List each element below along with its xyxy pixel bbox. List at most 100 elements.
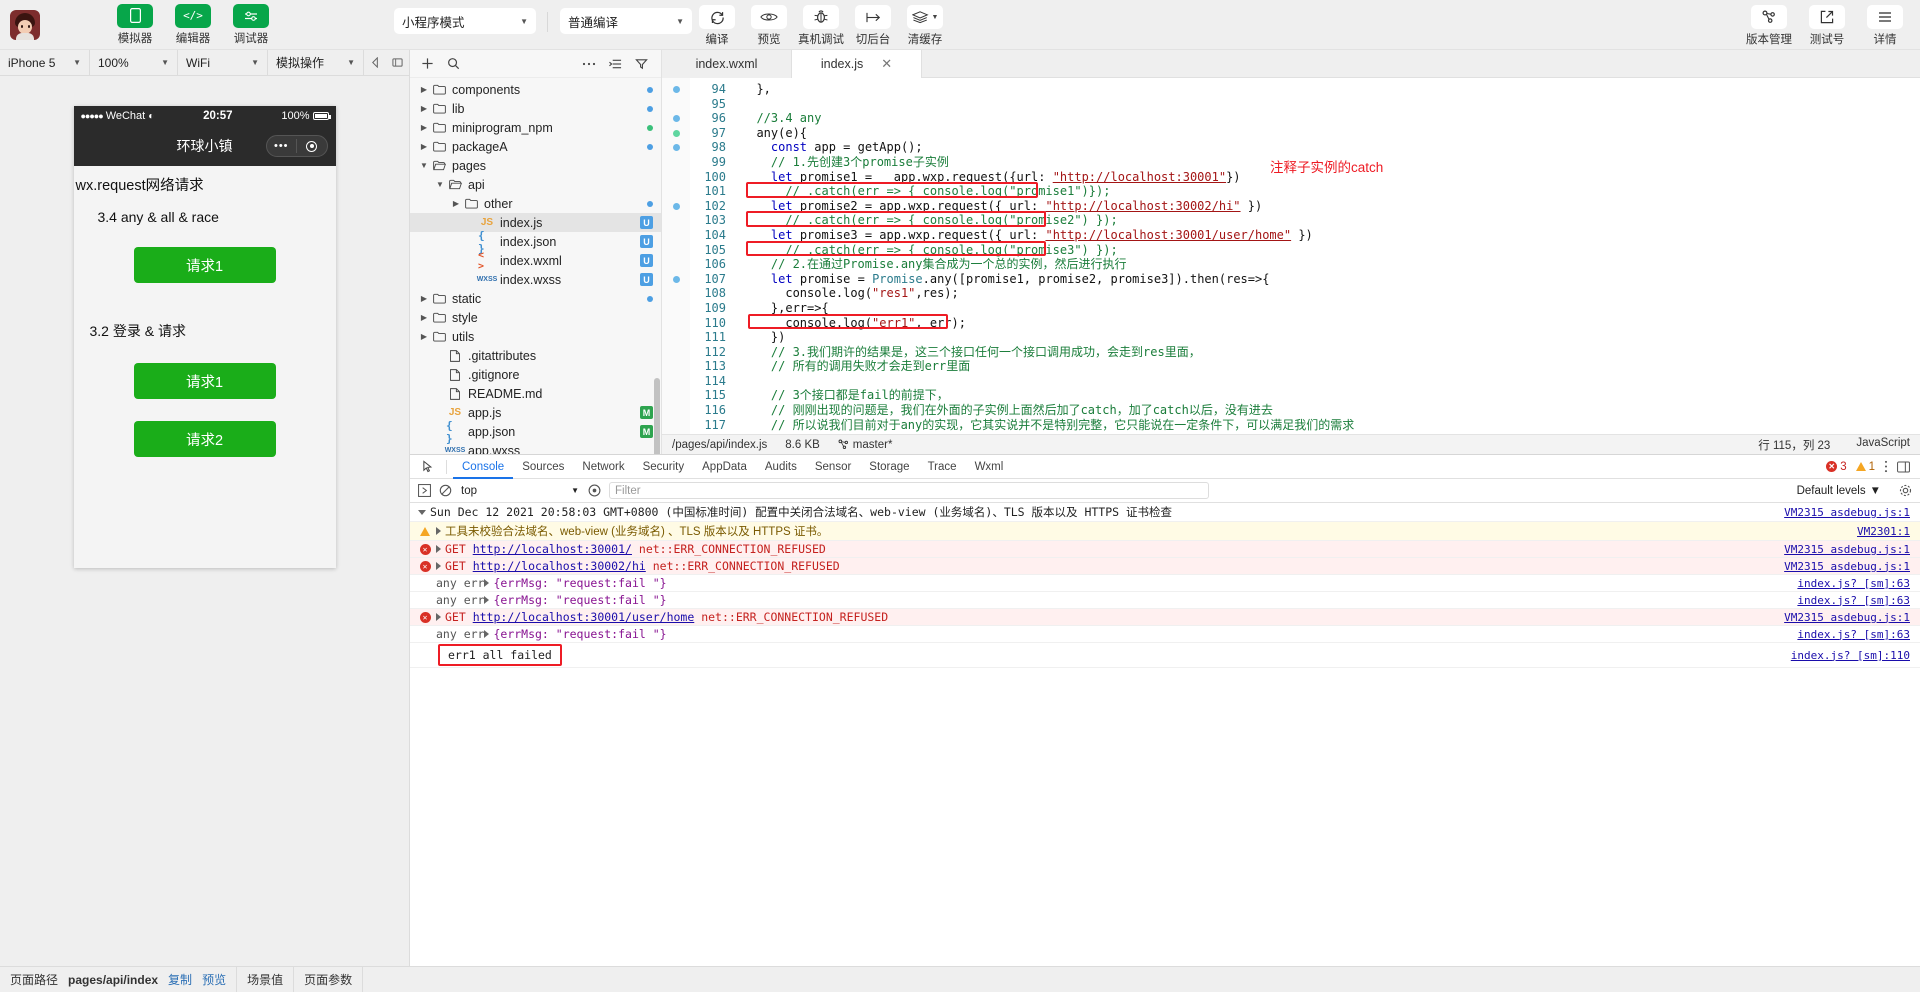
chevron-right-icon[interactable]: ▶ — [450, 199, 462, 208]
tree-node-utils[interactable]: ▶ utils — [410, 327, 661, 346]
devtools-tab-wxml[interactable]: Wxml — [966, 455, 1013, 479]
compile-mode-select[interactable]: 普通编译 ▼ — [560, 8, 692, 34]
toggle-editor[interactable]: </> 编辑器 — [170, 3, 216, 46]
tree-node-style[interactable]: ▶ style — [410, 308, 661, 327]
breakpoint-dot[interactable] — [672, 202, 680, 210]
tree-node-pages[interactable]: ▼ pages — [410, 156, 661, 175]
request-button-2[interactable]: 请求1 — [133, 363, 276, 399]
devtools-dock-icon[interactable] — [1897, 460, 1910, 473]
screenshot-icon[interactable] — [386, 50, 408, 76]
console-row[interactable]: err1 all failed index.js? [sm]:110 — [410, 643, 1920, 668]
close-target-icon[interactable] — [297, 140, 327, 152]
tree-node-index-wxml[interactable]: ▸< > index.wxml U — [410, 250, 661, 272]
file-tree-list[interactable]: ▶ components ▶ lib ▶ miniprogram_npm ▶ packageA… — [410, 78, 661, 454]
chevron-right-icon[interactable]: ▶ — [418, 332, 430, 341]
devtools-tab-security[interactable]: Security — [634, 455, 694, 479]
network-select[interactable]: WiFi ▼ — [178, 49, 268, 76]
user-avatar[interactable] — [10, 9, 40, 40]
expand-arrow-icon[interactable] — [484, 579, 490, 587]
expand-arrow-icon[interactable] — [436, 562, 441, 570]
chevron-right-icon[interactable]: ▶ — [418, 142, 430, 151]
tree-node-other[interactable]: ▶ other — [410, 194, 661, 213]
devtools-tab-trace[interactable]: Trace — [919, 455, 966, 479]
add-file-icon[interactable] — [416, 53, 438, 75]
tree-node-index-js[interactable]: ▸JS index.js U — [410, 213, 661, 232]
tree-node-index-wxss[interactable]: ▸WXSSindex.wxssU — [410, 270, 661, 289]
console-row[interactable]: ✕ GET http://localhost:30001/user/home ne… — [410, 609, 1920, 626]
request-button-1[interactable]: 请求1 — [133, 247, 276, 283]
console-source-link[interactable]: index.js? [sm]:63 — [1797, 594, 1910, 607]
console-row[interactable]: any err {errMsg: "request:fail "} index.j… — [410, 575, 1920, 592]
copy-path-button[interactable]: 复制 — [168, 971, 192, 988]
console-eye-icon[interactable] — [588, 484, 601, 497]
console-filter-input[interactable]: Filter — [609, 482, 1209, 499]
breakpoint-dot[interactable] — [672, 275, 680, 283]
details-button[interactable]: 详情 — [1862, 5, 1908, 47]
page-params-segment[interactable]: 页面参数 — [294, 967, 362, 992]
devtools-tab-network[interactable]: Network — [573, 455, 633, 479]
devtools-more-icon[interactable] — [1884, 460, 1888, 473]
breakpoint-dot[interactable] — [672, 85, 680, 93]
test-account-button[interactable]: 测试号 — [1804, 5, 1850, 47]
expand-arrow-icon[interactable] — [484, 596, 490, 604]
tree-node-lib[interactable]: ▶ lib — [410, 99, 661, 118]
request-button-3[interactable]: 请求2 — [133, 421, 276, 457]
console-row[interactable]: ✕ GET http://localhost:30001/ net::ERR_CO… — [410, 541, 1920, 558]
toggle-debugger[interactable]: 调试器 — [228, 3, 274, 46]
code-view[interactable]: 94 95 96 97 98 99 100 101 102 103 104 105 106 107 108 1… — [662, 78, 1920, 434]
tree-node-readme-md[interactable]: ▸ README.md — [410, 384, 661, 403]
zoom-select[interactable]: 100% ▼ — [90, 49, 178, 76]
console-source-link[interactable]: index.js? [sm]:110 — [1791, 649, 1910, 662]
tree-node-app-json[interactable]: ▸{ } app.json M — [410, 419, 661, 445]
devtools-tab-audits[interactable]: Audits — [756, 455, 806, 479]
mode-select[interactable]: 小程序模式 ▼ — [394, 8, 536, 34]
devtools-tab-sensor[interactable]: Sensor — [806, 455, 860, 479]
clear-console-icon[interactable] — [439, 484, 452, 497]
toggle-simulator[interactable]: 模拟器 — [112, 3, 158, 46]
more-options-icon[interactable] — [578, 53, 600, 75]
tree-node-packagea[interactable]: ▶ packageA — [410, 137, 661, 156]
console-source-link[interactable]: VM2315 asdebug.js:1 — [1784, 506, 1910, 519]
device-select[interactable]: iPhone 5 ▼ — [0, 49, 90, 76]
devtools-tab-sources[interactable]: Sources — [513, 455, 573, 479]
real-device-debug-button[interactable]: 真机调试 — [798, 5, 844, 47]
clear-cache-button[interactable]: ▼ 清缓存 — [902, 5, 948, 47]
console-source-link[interactable]: VM2315 asdebug.js:1 — [1784, 611, 1910, 624]
console-row[interactable]: Sun Dec 12 2021 20:58:03 GMT+0800 (中国标准时… — [410, 503, 1920, 522]
inspect-element-icon[interactable] — [416, 457, 440, 477]
console-levels-select[interactable]: Default levels ▼ — [1797, 485, 1881, 497]
chevron-down-icon[interactable]: ▼ — [434, 180, 446, 189]
preview-button[interactable]: 预览 — [746, 5, 792, 47]
expand-arrow-icon[interactable] — [436, 545, 441, 553]
filter-tree-icon[interactable] — [630, 53, 652, 75]
compile-button[interactable]: 编译 — [694, 5, 740, 47]
devtools-tab-storage[interactable]: Storage — [860, 455, 918, 479]
console-source-link[interactable]: VM2315 asdebug.js:1 — [1784, 543, 1910, 556]
devtools-tab-console[interactable]: Console — [453, 455, 513, 479]
console-row[interactable]: any err {errMsg: "request:fail "} index.j… — [410, 592, 1920, 609]
console-execute-icon[interactable] — [418, 484, 431, 497]
more-icon[interactable]: ••• — [267, 140, 297, 152]
background-button[interactable]: 切后台 — [850, 5, 896, 47]
version-control-button[interactable]: 版本管理 — [1746, 5, 1792, 47]
scene-value-segment[interactable]: 场景值 — [237, 967, 293, 992]
rotate-left-icon[interactable] — [364, 50, 386, 76]
tree-node-components[interactable]: ▶ components — [410, 80, 661, 99]
chevron-down-icon[interactable]: ▼ — [418, 161, 430, 170]
breakpoint-dot[interactable] — [672, 114, 680, 122]
chevron-right-icon[interactable]: ▶ — [418, 294, 430, 303]
preview-path-button[interactable]: 预览 — [202, 971, 226, 988]
chevron-right-icon[interactable]: ▶ — [418, 85, 430, 94]
expand-arrow-icon[interactable] — [436, 613, 441, 621]
expand-arrow-icon[interactable] — [484, 630, 490, 638]
expand-arrow-icon[interactable] — [436, 527, 441, 535]
editor-tab-index-js[interactable]: index.js ✕ — [792, 50, 922, 78]
console-row[interactable]: 工具未校验合法域名、web-view (业务域名) 、TLS 版本以及 HTTP… — [410, 522, 1920, 541]
tree-node-api[interactable]: ▼ api — [410, 175, 661, 194]
warning-count[interactable]: 1 — [1855, 461, 1875, 473]
error-count[interactable]: ✕ 3 — [1826, 461, 1847, 473]
breakpoint-dot[interactable] — [672, 144, 680, 152]
phone-capsule-buttons[interactable]: ••• — [265, 135, 328, 157]
console-source-link[interactable]: index.js? [sm]:63 — [1797, 577, 1910, 590]
expand-arrow-icon[interactable] — [418, 509, 426, 515]
